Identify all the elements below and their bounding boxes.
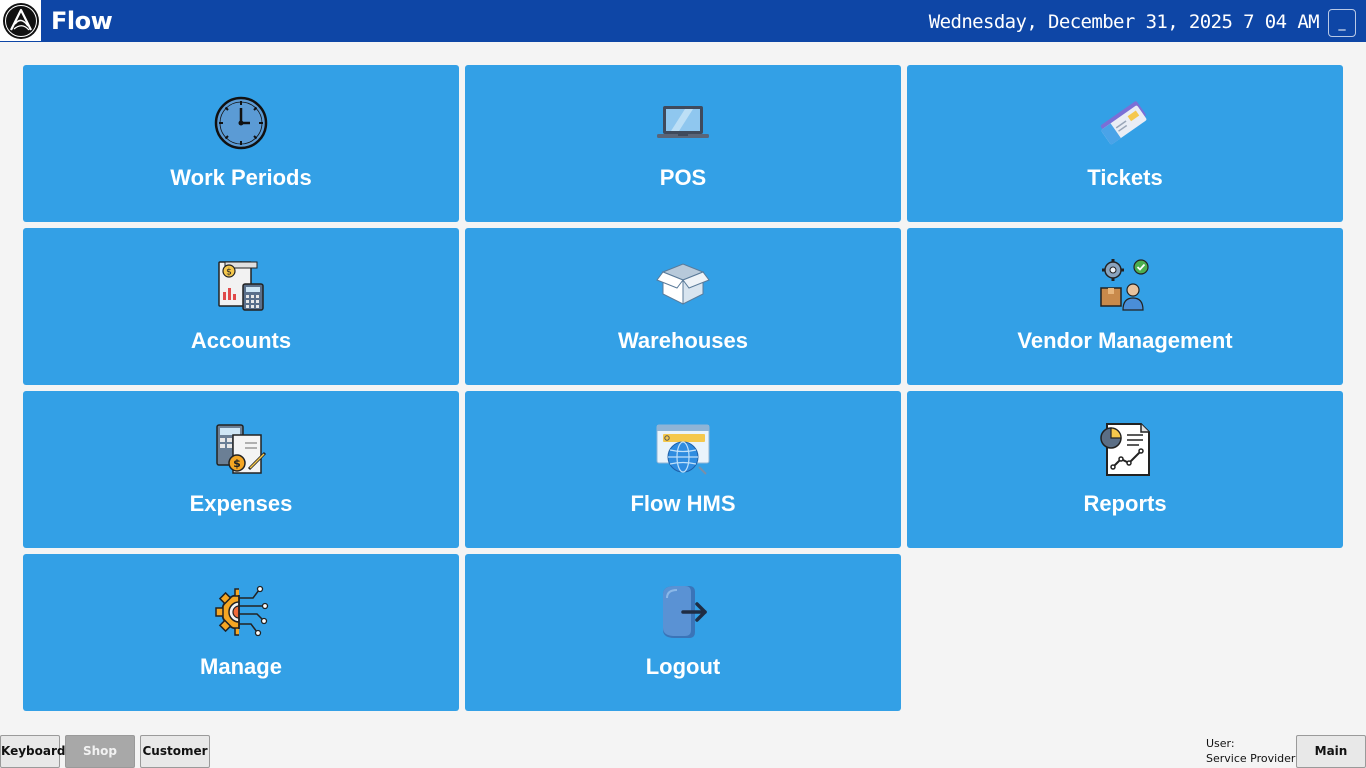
tile-label: Work Periods xyxy=(170,165,312,190)
tile-label: Warehouses xyxy=(617,328,748,353)
customer-button[interactable]: Customer xyxy=(140,735,210,768)
app-logo xyxy=(0,0,41,41)
svg-text:$: $ xyxy=(226,268,232,278)
vendor-gear-person-icon xyxy=(1100,259,1149,311)
user-label: User: xyxy=(1206,737,1235,750)
tile-label: POS xyxy=(659,165,707,190)
app-title: Flow xyxy=(51,7,113,35)
tile-label: Reports xyxy=(1083,491,1167,516)
accounts-calculator-icon: $ xyxy=(218,261,264,311)
gear-circuit-icon xyxy=(215,585,269,637)
keyboard-button[interactable]: Keyboard xyxy=(0,735,66,768)
web-globe-icon xyxy=(656,424,710,475)
tile-tickets[interactable]: Tickets xyxy=(907,65,1343,222)
tile-label: Vendor Management xyxy=(1017,328,1233,353)
tile-pos[interactable]: POS xyxy=(465,65,901,222)
tile-reports[interactable]: Reports xyxy=(907,391,1343,548)
tile-label: Flow HMS xyxy=(630,491,736,516)
tile-vendor-management[interactable]: Vendor Management xyxy=(907,228,1343,385)
tickets-icon xyxy=(1100,101,1147,145)
laptop-icon xyxy=(657,106,709,138)
title-bar: Flow Wednesday, December 31, 2025 7 04 A… xyxy=(0,0,1366,42)
tile-logout[interactable]: Logout xyxy=(465,554,901,711)
tile-label: Manage xyxy=(200,654,282,679)
tile-work-periods[interactable]: Work Periods xyxy=(23,65,459,222)
tile-warehouses[interactable]: Warehouses xyxy=(465,228,901,385)
tile-label: Tickets xyxy=(1087,165,1163,190)
open-box-icon xyxy=(656,263,710,305)
user-info: User: Service Provider xyxy=(1206,736,1295,766)
tile-label: Accounts xyxy=(190,328,292,353)
tile-expenses[interactable]: $ Expenses xyxy=(23,391,459,548)
logout-arrow-icon xyxy=(663,586,707,638)
tile-flow-hms[interactable]: Flow HMS xyxy=(465,391,901,548)
minimize-button[interactable]: _ xyxy=(1328,9,1356,37)
tile-accounts[interactable]: $ Accounts xyxy=(23,228,459,385)
clock-icon xyxy=(214,96,268,150)
svg-text:$: $ xyxy=(233,457,241,470)
report-chart-icon xyxy=(1100,423,1150,476)
tile-label: Logout xyxy=(645,654,721,679)
logo-icon xyxy=(2,2,39,39)
expenses-calculator-icon: $ xyxy=(216,424,267,474)
shop-button[interactable]: Shop xyxy=(65,735,135,768)
user-value: Service Provider xyxy=(1206,752,1296,765)
tile-manage[interactable]: Manage xyxy=(23,554,459,711)
datetime-display: Wednesday, December 31, 2025 7 04 AM xyxy=(928,11,1320,33)
main-menu-button[interactable]: Main Menu xyxy=(1296,735,1366,768)
tile-label: Expenses xyxy=(189,491,293,516)
